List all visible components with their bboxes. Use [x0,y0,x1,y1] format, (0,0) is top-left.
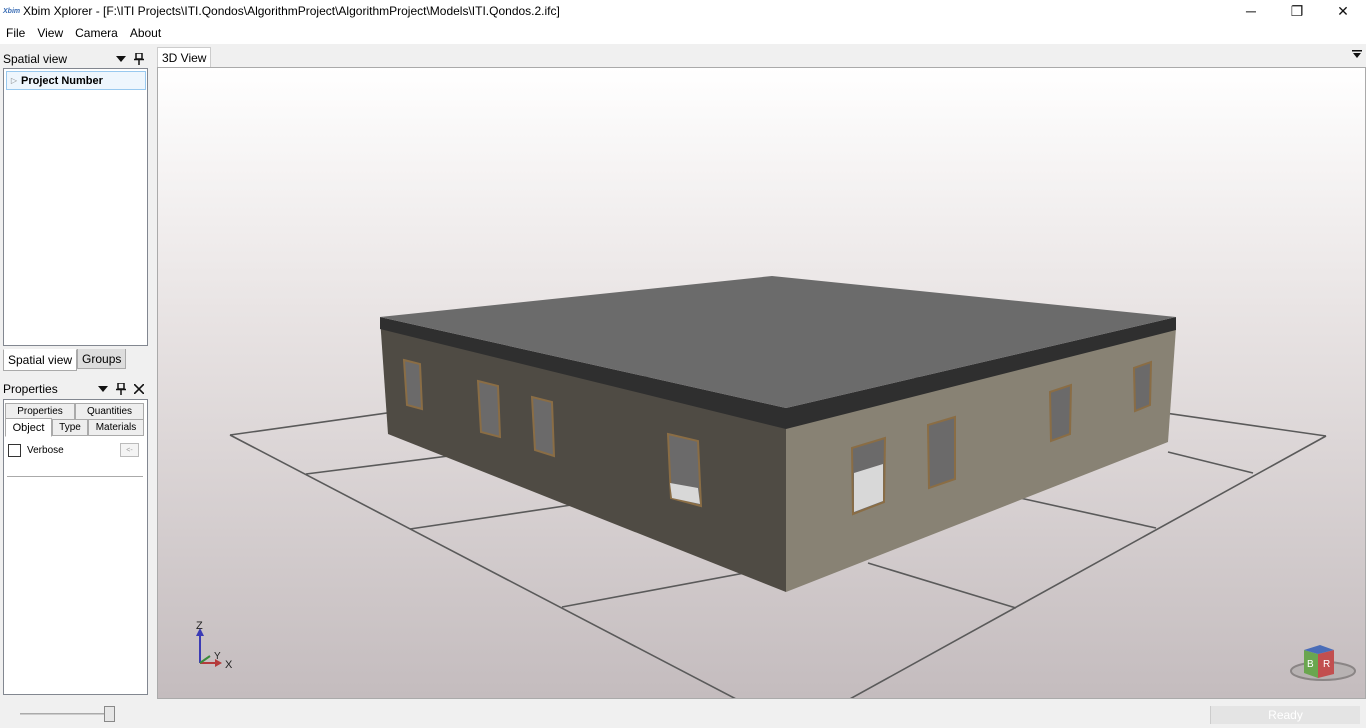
chevron-down-icon[interactable] [112,50,130,68]
verbose-checkbox[interactable] [8,443,21,457]
pin-icon[interactable] [130,50,148,68]
window-title: Xbim Xplorer - [F:\ITI Projects\ITI.Qond… [23,4,560,18]
expand-arrow-icon[interactable]: ▷ [7,76,21,85]
status-text: Ready [1210,706,1360,724]
minimize-button[interactable]: ─ [1228,0,1274,22]
close-icon[interactable] [130,380,148,398]
restore-button[interactable]: ❐ [1274,0,1320,22]
tab-spatial-view[interactable]: Spatial view [3,349,78,371]
menu-camera[interactable]: Camera [69,23,124,43]
spatial-tree[interactable]: ▷ Project Number [3,68,148,346]
xbim-logo-icon: Xbim [3,7,21,15]
tab-object[interactable]: Object [5,418,52,437]
properties-divider [7,476,143,477]
pin-icon[interactable] [112,380,130,398]
close-button[interactable]: ✕ [1320,0,1366,22]
spatial-tabs: Spatial view Groups [0,349,127,371]
spatial-pane-title: Spatial view [3,52,68,66]
zoom-slider-track[interactable] [20,713,115,715]
navcube-left-face: B [1307,659,1314,670]
tab-quantities[interactable]: Quantities [75,403,144,420]
menu-view[interactable]: View [31,23,69,43]
tree-node-label: Project Number [21,74,103,87]
properties-tabs-row2: Object Type Materials [5,418,144,437]
back-button[interactable]: <- [120,443,139,457]
axis-indicator: Z Y X [196,620,233,671]
axis-y-label: Y [214,651,221,662]
3d-scene[interactable]: Z Y X B R [158,68,1366,699]
axis-z-label: Z [196,620,203,632]
3d-viewport[interactable]: Z Y X B R [157,67,1366,699]
tab-type[interactable]: Type [52,419,88,436]
tab-materials[interactable]: Materials [88,419,144,436]
properties-pane-header: Properties [0,378,150,400]
status-bar [0,702,1366,728]
menu-about[interactable]: About [124,23,167,43]
title-bar: Xbim Xbim Xplorer - [F:\ITI Projects\ITI… [0,0,1366,22]
tree-node-project[interactable]: ▷ Project Number [6,71,146,90]
view-menu-dropdown-icon[interactable] [1352,50,1362,61]
navcube-icon[interactable]: B R [1290,645,1356,681]
axis-x-label: X [225,659,233,671]
navcube-right-face: R [1323,659,1330,670]
tab-3d-view[interactable]: 3D View [157,47,212,68]
spatial-pane-header: Spatial view [0,48,150,70]
chevron-down-icon[interactable] [94,380,112,398]
tab-groups[interactable]: Groups [77,349,127,369]
properties-pane-title: Properties [3,382,58,396]
menu-bar: File View Camera About [0,22,1366,44]
zoom-slider-thumb[interactable] [104,706,115,722]
verbose-label: Verbose [27,444,64,456]
menu-file[interactable]: File [0,23,31,43]
